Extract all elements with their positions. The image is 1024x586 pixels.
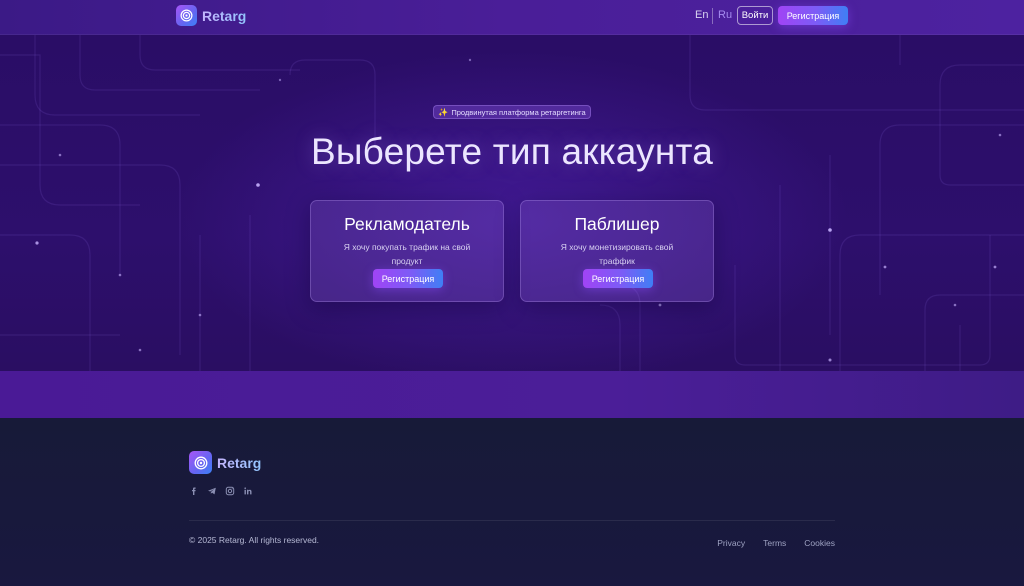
lang-en[interactable]: En xyxy=(695,9,708,21)
footer-links: Privacy Terms Cookies xyxy=(717,538,835,548)
footer-link-cookies[interactable]: Cookies xyxy=(804,538,835,548)
facebook-icon[interactable] xyxy=(189,486,199,496)
brand-name: Retarg xyxy=(217,454,262,471)
account-card-publisher: Паблишер Я хочу монетизировать свой траф… xyxy=(520,200,714,302)
copyright: © 2025 Retarg. All rights reserved. xyxy=(189,535,320,545)
publisher-register-button[interactable]: Регистрация xyxy=(583,269,653,288)
hero-section: ✨ Продвинутая платформа ретаргетинга Выб… xyxy=(0,35,1024,371)
card-description: Я хочу монетизировать свой траффик xyxy=(560,242,674,266)
card-title: Рекламодатель xyxy=(344,214,470,234)
site-footer: Retarg © 2025 Retarg. All rights reserve… xyxy=(0,418,1024,586)
page-title: Выберете тип аккаунта xyxy=(310,131,714,172)
social-links xyxy=(189,486,253,496)
sparkle-icon: ✨ xyxy=(438,107,449,117)
footer-divider xyxy=(189,520,835,521)
site-header: Retarg En Ru Войти Регистрация xyxy=(0,0,1024,35)
header-logo[interactable]: Retarg xyxy=(176,5,246,26)
brand-name: Retarg xyxy=(202,7,247,24)
card-description: Я хочу покупать трафик на свой продукт xyxy=(343,242,471,266)
footer-logo[interactable]: Retarg xyxy=(189,451,261,474)
account-card-advertiser: Рекламодатель Я хочу покупать трафик на … xyxy=(310,200,504,302)
footer-link-terms[interactable]: Terms xyxy=(763,538,786,548)
target-icon xyxy=(189,451,212,474)
footer-link-privacy[interactable]: Privacy xyxy=(717,538,745,548)
instagram-icon[interactable] xyxy=(225,486,235,496)
hero-badge: ✨ Продвинутая платформа ретаргетинга xyxy=(433,105,591,119)
login-button[interactable]: Войти xyxy=(737,6,773,25)
linkedin-icon[interactable] xyxy=(243,486,253,496)
lang-ru[interactable]: Ru xyxy=(718,9,732,21)
header-register-button[interactable]: Регистрация xyxy=(778,6,848,25)
section-band xyxy=(0,371,1024,418)
lang-divider xyxy=(712,8,713,24)
circuit-background xyxy=(0,35,1024,371)
advertiser-register-button[interactable]: Регистрация xyxy=(373,269,443,288)
telegram-icon[interactable] xyxy=(207,486,217,496)
hero-badge-text: Продвинутая платформа ретаргетинга xyxy=(451,107,586,117)
target-icon xyxy=(176,5,197,26)
card-title: Паблишер xyxy=(574,214,660,234)
